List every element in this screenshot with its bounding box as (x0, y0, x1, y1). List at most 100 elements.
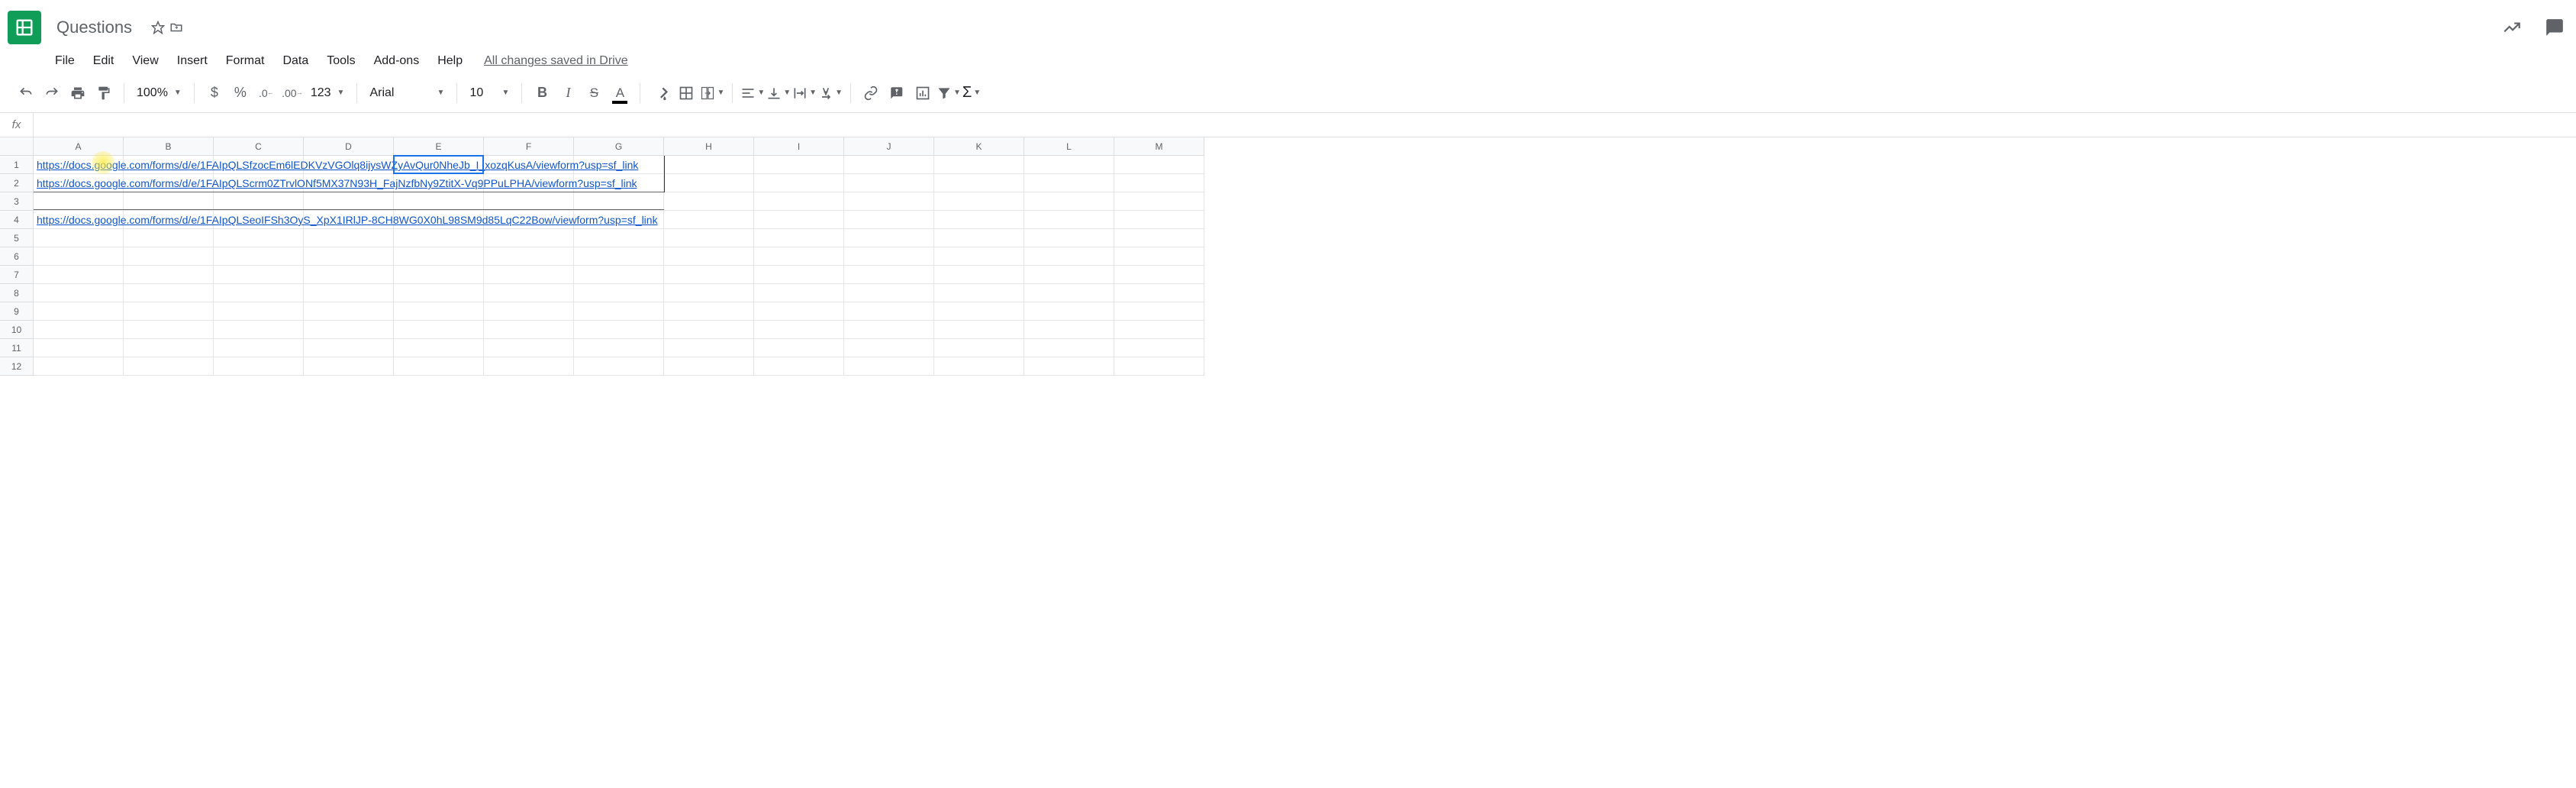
cell-C9[interactable] (214, 302, 304, 321)
select-all-corner[interactable] (0, 137, 34, 156)
text-color-button[interactable]: A (608, 81, 632, 105)
strikethrough-button[interactable]: S (582, 81, 606, 105)
cell-M10[interactable] (1114, 321, 1204, 339)
cell-E8[interactable] (394, 284, 484, 302)
cell-A1[interactable] (34, 156, 124, 174)
cell-I5[interactable] (754, 229, 844, 247)
cell-H3[interactable] (664, 192, 754, 211)
cell-H11[interactable] (664, 339, 754, 357)
cell-D8[interactable] (304, 284, 394, 302)
col-header-M[interactable]: M (1114, 137, 1204, 156)
horizontal-align-button[interactable]: ▼ (740, 86, 765, 101)
cell-I7[interactable] (754, 266, 844, 284)
cell-B7[interactable] (124, 266, 214, 284)
cell-H9[interactable] (664, 302, 754, 321)
cell-A7[interactable] (34, 266, 124, 284)
cell-C7[interactable] (214, 266, 304, 284)
cell-L2[interactable] (1024, 174, 1114, 192)
cell-C11[interactable] (214, 339, 304, 357)
cell-I3[interactable] (754, 192, 844, 211)
cell-G6[interactable] (574, 247, 664, 266)
cell-F7[interactable] (484, 266, 574, 284)
cell-H4[interactable] (664, 211, 754, 229)
menu-help[interactable]: Help (437, 54, 463, 68)
cell-K5[interactable] (934, 229, 1024, 247)
cell-K12[interactable] (934, 357, 1024, 376)
cell-H7[interactable] (664, 266, 754, 284)
cell-J10[interactable] (844, 321, 934, 339)
cell-C8[interactable] (214, 284, 304, 302)
cell-I4[interactable] (754, 211, 844, 229)
fx-label[interactable]: fx (0, 113, 34, 137)
redo-button[interactable] (40, 81, 64, 105)
save-status[interactable]: All changes saved in Drive (484, 54, 628, 68)
cell-G7[interactable] (574, 266, 664, 284)
cell-D12[interactable] (304, 357, 394, 376)
cell-K6[interactable] (934, 247, 1024, 266)
text-wrap-button[interactable]: ▼ (792, 86, 817, 101)
menu-data[interactable]: Data (282, 54, 308, 68)
cell-G8[interactable] (574, 284, 664, 302)
cell-M4[interactable] (1114, 211, 1204, 229)
cell-A11[interactable] (34, 339, 124, 357)
cell-M2[interactable] (1114, 174, 1204, 192)
zoom-select[interactable]: 100%▼ (132, 86, 186, 100)
cell-F1[interactable] (484, 156, 574, 174)
col-header-E[interactable]: E (394, 137, 484, 156)
cell-B6[interactable] (124, 247, 214, 266)
cell-K4[interactable] (934, 211, 1024, 229)
cell-A5[interactable] (34, 229, 124, 247)
cell-J9[interactable] (844, 302, 934, 321)
cell-G12[interactable] (574, 357, 664, 376)
cell-C1[interactable] (214, 156, 304, 174)
cell-J12[interactable] (844, 357, 934, 376)
star-icon[interactable] (150, 20, 166, 35)
cell-I1[interactable] (754, 156, 844, 174)
filter-button[interactable]: ▼ (937, 86, 961, 101)
cell-E12[interactable] (394, 357, 484, 376)
cell-K7[interactable] (934, 266, 1024, 284)
row-header-6[interactable]: 6 (0, 247, 34, 266)
cell-E11[interactable] (394, 339, 484, 357)
decimal-decrease-button[interactable]: .0← (254, 81, 279, 105)
cell-K9[interactable] (934, 302, 1024, 321)
currency-button[interactable]: $ (202, 81, 227, 105)
cell-M3[interactable] (1114, 192, 1204, 211)
cell-I12[interactable] (754, 357, 844, 376)
cell-D7[interactable] (304, 266, 394, 284)
cell-L6[interactable] (1024, 247, 1114, 266)
cell-L8[interactable] (1024, 284, 1114, 302)
cell-E9[interactable] (394, 302, 484, 321)
menu-edit[interactable]: Edit (93, 54, 114, 68)
cell-B8[interactable] (124, 284, 214, 302)
cell-M5[interactable] (1114, 229, 1204, 247)
cell-K2[interactable] (934, 174, 1024, 192)
cell-J1[interactable] (844, 156, 934, 174)
cell-L7[interactable] (1024, 266, 1114, 284)
comment-icon[interactable] (2541, 14, 2568, 41)
cell-H12[interactable] (664, 357, 754, 376)
cell-M9[interactable] (1114, 302, 1204, 321)
functions-button[interactable]: Σ▼ (962, 84, 981, 102)
cell-I2[interactable] (754, 174, 844, 192)
cell-K8[interactable] (934, 284, 1024, 302)
col-header-G[interactable]: G (574, 137, 664, 156)
cell-C2[interactable] (214, 174, 304, 192)
document-title[interactable]: Questions (56, 18, 132, 37)
print-button[interactable] (66, 81, 90, 105)
cell-F11[interactable] (484, 339, 574, 357)
move-folder-icon[interactable] (169, 20, 184, 35)
decimal-increase-button[interactable]: .00→ (280, 81, 305, 105)
cell-L3[interactable] (1024, 192, 1114, 211)
row-header-9[interactable]: 9 (0, 302, 34, 321)
cell-I6[interactable] (754, 247, 844, 266)
cell-E10[interactable] (394, 321, 484, 339)
cell-B10[interactable] (124, 321, 214, 339)
menu-format[interactable]: Format (226, 54, 265, 68)
cell-L10[interactable] (1024, 321, 1114, 339)
font-size-select[interactable]: 10▼ (465, 86, 514, 100)
cell-J2[interactable] (844, 174, 934, 192)
cell-E5[interactable] (394, 229, 484, 247)
cell-J8[interactable] (844, 284, 934, 302)
cell-I10[interactable] (754, 321, 844, 339)
